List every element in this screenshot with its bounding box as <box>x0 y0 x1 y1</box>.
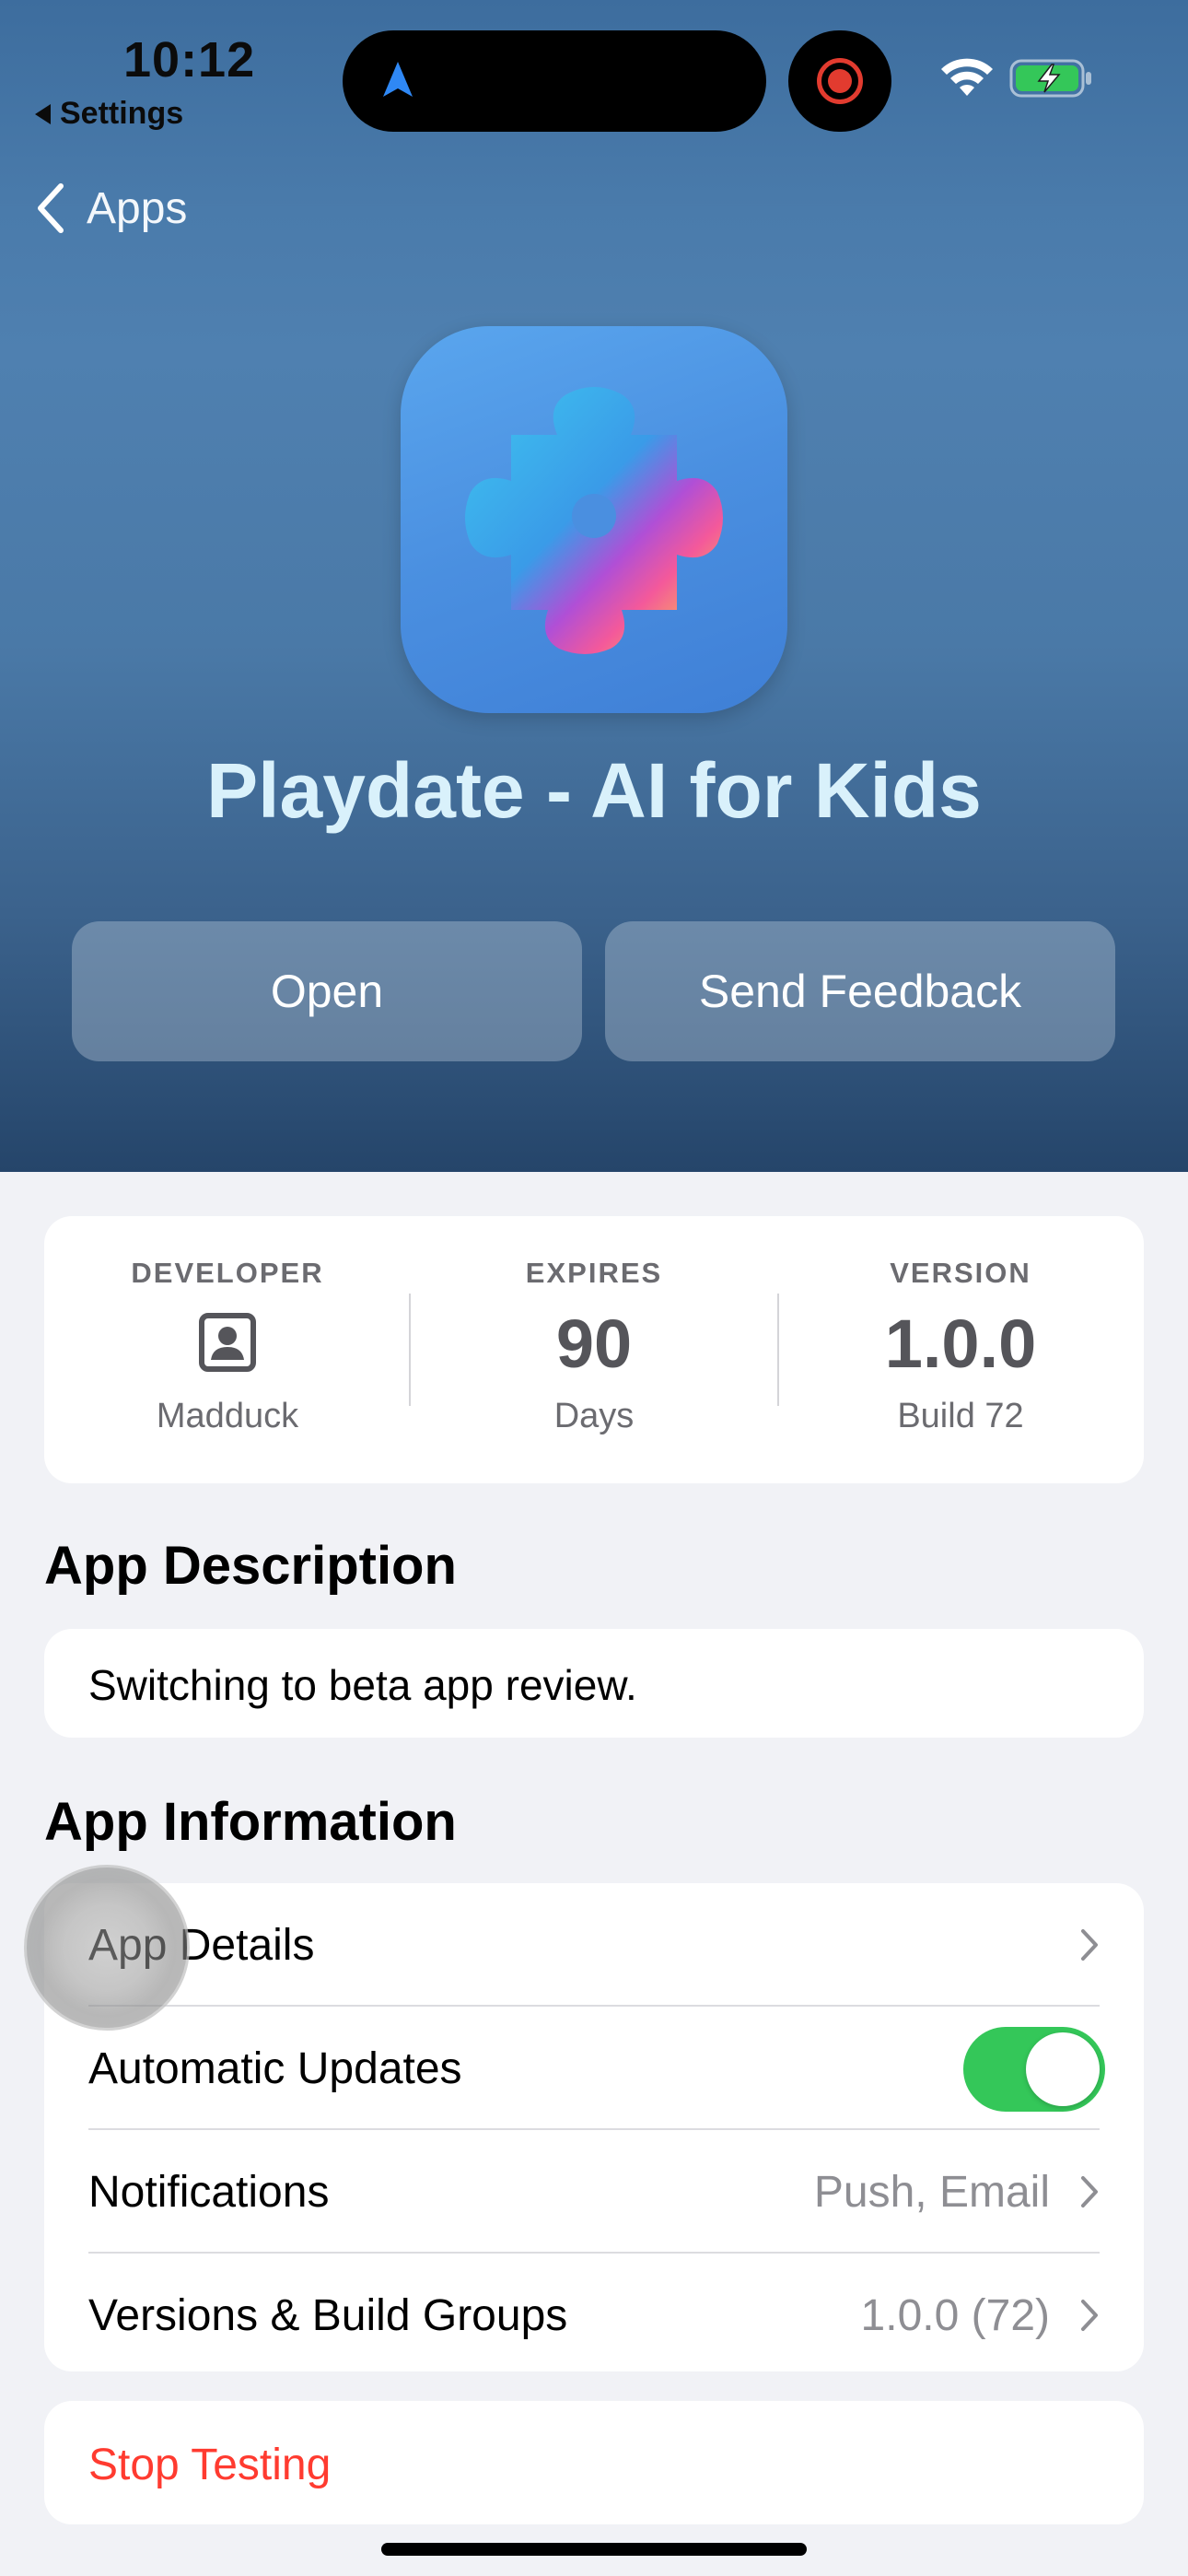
app-description-heading: App Description <box>44 1536 457 1596</box>
versions-build-groups-row[interactable]: Versions & Build Groups 1.0.0 (72) <box>44 2254 1144 2371</box>
app-stats-card: DEVELOPER Madduck EXPIRES 90 Days VERSIO… <box>44 1216 1144 1483</box>
stop-testing-label: Stop Testing <box>88 2441 332 2489</box>
version-value: 1.0.0 <box>884 1306 1037 1382</box>
app-information-list: App Details Automatic Updates Notificati… <box>44 1883 1144 2371</box>
dynamic-island[interactable] <box>343 30 766 132</box>
automatic-updates-toggle[interactable] <box>963 2027 1105 2112</box>
person-square-icon <box>199 1313 256 1372</box>
developer-name: Madduck <box>156 1397 299 1435</box>
developer-label: DEVELOPER <box>131 1257 324 1289</box>
screen: 10:12 Settings Apps Playdate - AI for Ki… <box>0 0 1188 2576</box>
status-time: 10:12 <box>123 32 256 88</box>
row-label: Versions & Build Groups <box>88 2291 568 2340</box>
chevron-right-icon <box>1081 2300 1098 2331</box>
expires-unit: Days <box>553 1397 635 1435</box>
back-to-app-link[interactable]: Settings <box>35 96 183 132</box>
app-title: Playdate - AI for Kids <box>206 747 982 834</box>
row-label: Notifications <box>88 2168 330 2217</box>
notifications-row[interactable]: Notifications Push, Email <box>44 2130 1144 2253</box>
app-description-card: Switching to beta app review. <box>44 1629 1144 1738</box>
send-feedback-button[interactable]: Send Feedback <box>605 921 1115 1061</box>
navigation-arrow-icon <box>383 62 413 97</box>
record-dot-icon <box>828 69 852 93</box>
wifi-icon <box>941 58 993 96</box>
automatic-updates-row: Automatic Updates <box>44 2007 1144 2129</box>
battery-charging-icon <box>1009 59 1091 98</box>
app-details-row[interactable]: App Details <box>44 1883 1144 2006</box>
expires-stat: EXPIRES 90 Days <box>411 1216 777 1483</box>
row-value: 1.0.0 (72) <box>860 2291 1050 2340</box>
back-triangle-icon <box>35 103 51 124</box>
chevron-right-icon <box>1081 2176 1098 2207</box>
screen-recording-indicator[interactable] <box>788 30 891 132</box>
app-icon <box>401 326 787 713</box>
version-label: VERSION <box>890 1257 1031 1289</box>
puzzle-piece-icon <box>465 387 723 654</box>
row-label: Automatic Updates <box>88 2044 462 2093</box>
expires-label: EXPIRES <box>525 1257 663 1289</box>
open-button[interactable]: Open <box>72 921 582 1061</box>
developer-stat: DEVELOPER Madduck <box>44 1216 411 1483</box>
stop-testing-button[interactable]: Stop Testing <box>44 2401 1144 2524</box>
expires-value: 90 <box>555 1306 633 1382</box>
app-information-heading: App Information <box>44 1792 457 1852</box>
back-label: Apps <box>87 183 188 233</box>
app-description-text: Switching to beta app review. <box>88 1661 637 1709</box>
home-indicator[interactable] <box>381 2543 807 2556</box>
toggle-knob <box>1026 2032 1100 2106</box>
back-app-label: Settings <box>60 96 184 131</box>
back-button[interactable]: Apps <box>35 181 187 236</box>
chevron-left-icon <box>38 183 64 233</box>
build-number: Build 72 <box>897 1397 1024 1435</box>
row-value: Push, Email <box>813 2168 1050 2217</box>
version-stat: VERSION 1.0.0 Build 72 <box>777 1216 1144 1483</box>
chevron-right-icon <box>1081 1929 1098 1961</box>
touch-indicator <box>24 1865 190 2031</box>
